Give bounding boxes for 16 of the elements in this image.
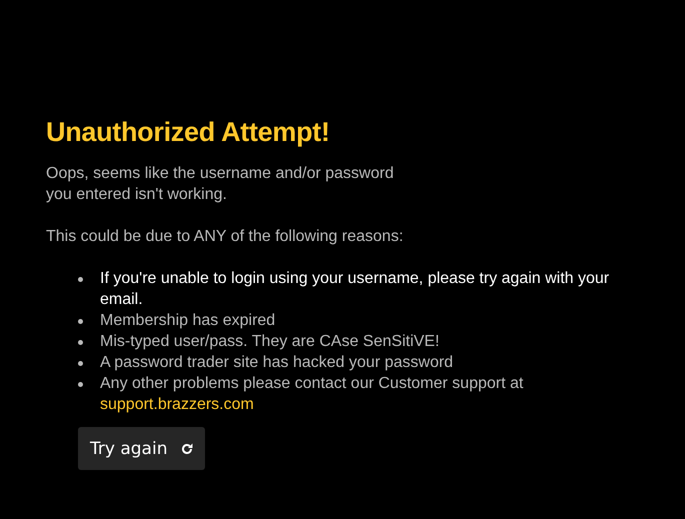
bullet-icon [78,382,83,387]
try-again-button[interactable]: Try again [78,427,206,470]
reason-text: Mis-typed user/pass. They are CAse SenSitiVE! [100,332,440,352]
refresh-icon [181,442,194,454]
support-link[interactable]: support.brazzers.com [100,396,254,413]
intro-text: Oops, seems like the username and/or password you entered isn't working. [46,164,395,205]
reasons-heading: This could be due to ANY of the following reasons: [46,227,404,247]
reason-text: Any other problems please contact our Customer support at support.brazzers.com [100,374,524,415]
error-title: Unauthorized Attempt! [46,116,331,149]
bullet-icon [78,277,83,282]
bullet-icon [78,319,83,324]
bullet-icon [78,361,83,366]
reason-text: Membership has expired [100,311,276,331]
reason-text: If you're unable to login using your username, please try again with your email. [100,269,610,310]
reason-text: A password trader site has hacked your password [100,353,454,373]
bullet-icon [78,340,83,345]
